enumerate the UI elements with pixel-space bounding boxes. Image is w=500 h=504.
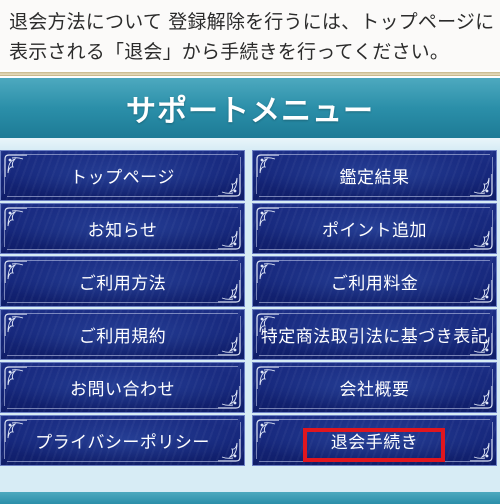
- corner-ornament-icon: [255, 418, 281, 444]
- corner-ornament-icon: [216, 172, 242, 198]
- menu-button-label: 鑑定結果: [339, 168, 410, 188]
- corner-ornament-icon: [468, 225, 494, 251]
- corner-ornament-icon: [3, 259, 29, 285]
- menu-button-label: ご利用規約: [78, 327, 167, 347]
- button-frame-line: [27, 366, 238, 367]
- unsubscribe-button[interactable]: 退会手続き: [252, 415, 497, 466]
- menu-button-label: トップページ: [70, 168, 175, 188]
- button-frame-line: [27, 207, 238, 208]
- menu-button-label: ご利用方法: [78, 274, 167, 294]
- button-frame-line: [7, 302, 218, 303]
- button-frame-line: [27, 260, 238, 261]
- button-frame-line: [4, 230, 5, 247]
- intro-line-2: 表示される「退会」から手続きを行ってください。: [9, 41, 450, 63]
- button-frame-line: [259, 408, 470, 409]
- support-menu-title: サポートメニュー: [126, 94, 374, 129]
- corner-ornament-icon: [216, 331, 242, 357]
- bottom-bar: [0, 492, 500, 504]
- menu-button-label: ご利用料金: [330, 274, 419, 294]
- menu-button-label: プライバシーポリシー: [35, 433, 210, 453]
- intro-line-1: 退会方法について 登録解除を行うには、トップページに: [9, 11, 495, 33]
- button-frame-line: [4, 442, 5, 459]
- corner-ornament-icon: [216, 278, 242, 304]
- button-frame-line: [259, 461, 470, 462]
- button-frame-line: [259, 196, 470, 197]
- button-frame-line: [256, 230, 257, 247]
- menu-button-label: ポイント追加: [322, 221, 427, 241]
- menu-button-label: お問い合わせ: [70, 380, 175, 400]
- button-frame-line: [27, 313, 238, 314]
- corner-ornament-icon: [468, 278, 494, 304]
- button-frame-line: [7, 196, 218, 197]
- add-points-button[interactable]: ポイント追加: [252, 203, 497, 254]
- corner-ornament-icon: [3, 418, 29, 444]
- corner-ornament-icon: [216, 225, 242, 251]
- button-frame-line: [7, 249, 218, 250]
- button-frame-line: [256, 177, 257, 194]
- corner-ornament-icon: [3, 365, 29, 391]
- button-frame-line: [256, 442, 257, 459]
- menu-button-label: お知らせ: [87, 221, 158, 241]
- corner-ornament-icon: [216, 384, 242, 410]
- intro-text: 退会方法について 登録解除を行うには、トップページに 表示される「退会」から手続…: [0, 0, 500, 70]
- button-frame-line: [256, 389, 257, 406]
- corner-ornament-icon: [468, 384, 494, 410]
- corner-ornament-icon: [255, 365, 281, 391]
- terms-button[interactable]: ご利用規約: [0, 309, 245, 360]
- corner-ornament-icon: [468, 437, 494, 463]
- menu-button-label: 会社概要: [339, 380, 410, 400]
- top-page-button[interactable]: トップページ: [0, 150, 245, 201]
- support-menu-panel: トップページ 鑑定結果お知らせ ポイント追加ご利用方法 ご利用料金ご利用規約 特定商法取…: [0, 138, 500, 504]
- divider: [0, 72, 500, 76]
- button-frame-line: [279, 207, 490, 208]
- contact-button[interactable]: お問い合わせ: [0, 362, 245, 413]
- support-menu-header: サポートメニュー: [0, 78, 500, 138]
- button-frame-line: [279, 154, 490, 155]
- button-frame-line: [4, 177, 5, 194]
- button-frame-line: [4, 336, 5, 353]
- button-frame-line: [7, 408, 218, 409]
- pricing-button[interactable]: ご利用料金: [252, 256, 497, 307]
- button-frame-line: [4, 389, 5, 406]
- button-frame-line: [27, 419, 238, 420]
- button-frame-line: [259, 249, 470, 250]
- button-frame-line: [279, 313, 490, 314]
- news-button[interactable]: お知らせ: [0, 203, 245, 254]
- button-frame-line: [256, 283, 257, 300]
- corner-ornament-icon: [255, 153, 281, 179]
- how-to-use-button[interactable]: ご利用方法: [0, 256, 245, 307]
- corner-ornament-icon: [216, 437, 242, 463]
- menu-button-label: 退会手続き: [330, 433, 419, 453]
- button-frame-line: [279, 419, 490, 420]
- button-frame-line: [279, 366, 490, 367]
- corner-ornament-icon: [3, 312, 29, 338]
- button-frame-line: [259, 355, 470, 356]
- corner-ornament-icon: [3, 153, 29, 179]
- corner-ornament-icon: [468, 172, 494, 198]
- button-frame-line: [256, 336, 257, 353]
- button-frame-line: [7, 461, 218, 462]
- corner-ornament-icon: [255, 259, 281, 285]
- privacy-policy-button[interactable]: プライバシーポリシー: [0, 415, 245, 466]
- company-button[interactable]: 会社概要: [252, 362, 497, 413]
- button-frame-line: [4, 283, 5, 300]
- corner-ornament-icon: [3, 206, 29, 232]
- menu-button-label: 特定商法取引法に基づき表記: [260, 327, 489, 347]
- commercial-law-button[interactable]: 特定商法取引法に基づき表記: [252, 309, 497, 360]
- button-frame-line: [7, 355, 218, 356]
- button-frame-line: [27, 154, 238, 155]
- panel-fade: [0, 138, 500, 150]
- fortune-result-button[interactable]: 鑑定結果: [252, 150, 497, 201]
- button-frame-line: [259, 302, 470, 303]
- button-frame-line: [279, 260, 490, 261]
- corner-ornament-icon: [255, 206, 281, 232]
